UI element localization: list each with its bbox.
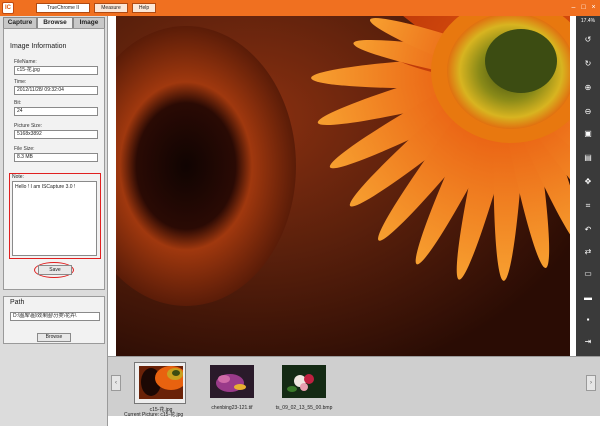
thumbnail-strip: ‹ c15-花.jpg chenbing23-121.tif ts_09_02_… — [108, 356, 600, 416]
menu-measure[interactable]: Measure — [94, 3, 128, 13]
zoom-level: 17.4% — [580, 18, 596, 24]
path-title: Path — [10, 299, 25, 306]
file-size-label: File Size: — [14, 146, 35, 152]
path-field[interactable]: D:\图库\图\效果图\分类\花卉\ — [10, 312, 100, 321]
title-bar: IC TrueChrome II Measure Help – □ × — [0, 0, 600, 16]
time-label: Time: — [14, 79, 27, 85]
thumbnail-caption: chenbing23-121.tif — [211, 405, 253, 411]
fit-icon[interactable]: ▣ — [582, 128, 594, 140]
bit-label: Bit: — [14, 100, 22, 106]
minimize-icon[interactable]: – — [570, 4, 577, 11]
thumbnail-image — [139, 366, 183, 399]
left-panel: Capture Browse Image Image Information F… — [0, 16, 108, 426]
tab-capture[interactable]: Capture — [3, 17, 37, 28]
move-icon[interactable]: ✥ — [582, 176, 594, 188]
filename-label: FileName: — [14, 59, 37, 65]
rotate-left-icon[interactable]: ↺ — [582, 34, 594, 46]
filename-field[interactable]: c15-花.jpg — [14, 66, 98, 75]
thumbnail-image — [282, 365, 326, 398]
thumbnail[interactable]: chenbing23-121.tif — [206, 362, 258, 411]
app-logo: IC — [2, 2, 14, 14]
save-button[interactable]: Save — [38, 265, 72, 275]
print-icon[interactable]: ▭ — [582, 268, 594, 280]
crop-icon[interactable]: ⌗ — [582, 200, 594, 212]
image-viewer[interactable] — [116, 16, 570, 356]
flower-image — [116, 16, 570, 356]
file-size-field[interactable]: 8.3 MB — [14, 153, 98, 162]
save-icon[interactable]: ▪ — [582, 314, 594, 326]
status-bar: Current Picture: c15-花.jpg — [124, 412, 184, 418]
thumbnail-image — [210, 365, 254, 398]
zoom-in-icon[interactable]: ⊕ — [582, 82, 594, 94]
image-info-panel: Image Information FileName: c15-花.jpg Ti… — [3, 28, 105, 290]
path-panel: Path D:\图库\图\效果图\分类\花卉\ Browse — [3, 296, 105, 344]
note-label: Note: — [12, 174, 24, 180]
bit-field[interactable]: 24 — [14, 107, 98, 116]
thumbnail[interactable]: ts_09_02_13_55_00.bmp — [276, 362, 332, 411]
menu-help[interactable]: Help — [132, 3, 156, 13]
scroll-right-icon[interactable]: › — [586, 375, 596, 391]
picture-size-field[interactable]: 5168x3892 — [14, 130, 98, 139]
tab-image[interactable]: Image — [73, 17, 105, 28]
app-title: TrueChrome II — [36, 3, 90, 13]
undo-icon[interactable]: ↶ — [582, 224, 594, 236]
rotate-right-icon[interactable]: ↻ — [582, 58, 594, 70]
scroll-left-icon[interactable]: ‹ — [111, 375, 121, 391]
flip-icon[interactable]: ⇄ — [582, 246, 594, 258]
note-textarea[interactable]: Hello ! I am ISCapture 3.0 ! — [12, 181, 97, 256]
time-field[interactable]: 2012/11/28/ 09:32:04 — [14, 86, 98, 95]
image-info-title: Image Information — [10, 43, 67, 50]
image-icon[interactable]: ▤ — [582, 152, 594, 164]
close-icon[interactable]: × — [590, 4, 597, 11]
browse-button[interactable]: Browse — [37, 333, 71, 342]
export-icon[interactable]: ⇥ — [582, 336, 594, 348]
picture-size-label: Picture Size: — [14, 123, 43, 129]
zoom-out-icon[interactable]: ⊖ — [582, 106, 594, 118]
thumbnail[interactable]: c15-花.jpg — [134, 362, 186, 413]
thumbnail-caption: ts_09_02_13_55_00.bmp — [275, 405, 333, 411]
right-toolbar: 17.4% ↺ ↻ ⊕ ⊖ ▣ ▤ ✥ ⌗ ↶ ⇄ ▭ ▬ ▪ ⇥ — [576, 16, 600, 356]
note-highlight: Note: Hello ! I am ISCapture 3.0 ! — [9, 173, 101, 259]
maximize-icon[interactable]: □ — [580, 4, 587, 11]
folder-icon[interactable]: ▬ — [582, 292, 594, 304]
